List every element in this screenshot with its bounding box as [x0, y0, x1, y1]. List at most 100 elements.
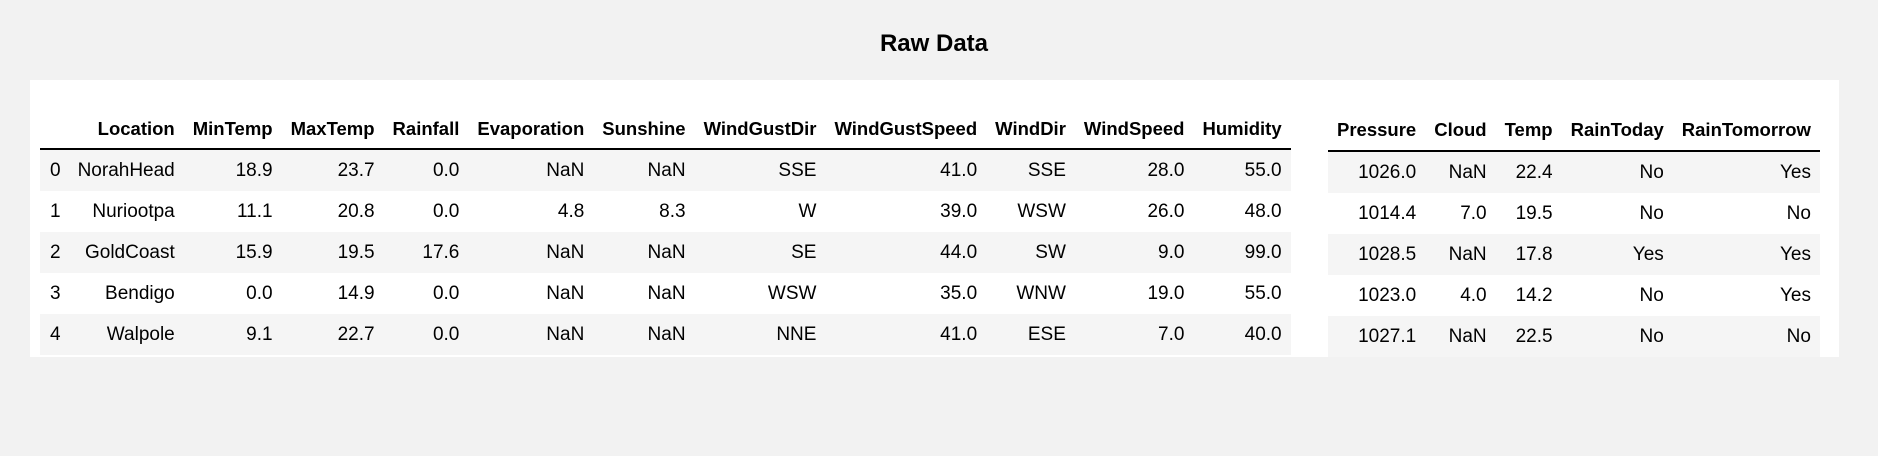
cell: 9.0	[1074, 232, 1194, 273]
cell: 41.0	[825, 314, 987, 355]
cell: 17.8	[1495, 234, 1562, 275]
cell: GoldCoast	[68, 232, 184, 273]
cell: Yes	[1672, 275, 1820, 316]
cell: NaN	[593, 273, 695, 314]
header-row: Location MinTemp MaxTemp Rainfall Evapor…	[40, 110, 1291, 150]
cell: WSW	[694, 273, 826, 314]
table-row: 1023.0 4.0 14.2 No Yes	[1328, 275, 1820, 316]
cell: No	[1672, 316, 1820, 357]
cell: 26.0	[1074, 191, 1194, 232]
cell: ESE	[986, 314, 1075, 355]
cell: Yes	[1672, 234, 1820, 275]
table-row: 1028.5 NaN 17.8 Yes Yes	[1328, 234, 1820, 275]
cell: 1026.0	[1328, 151, 1426, 193]
cell: NaN	[1425, 234, 1496, 275]
cell: 15.9	[183, 232, 282, 273]
cell: 1028.5	[1328, 234, 1426, 275]
row-index: 0	[40, 149, 69, 191]
cell: 44.0	[825, 232, 987, 273]
cell: 22.5	[1495, 316, 1562, 357]
index-header	[40, 110, 69, 150]
table-row: 3 Bendigo 0.0 14.9 0.0 NaN NaN WSW 35.0 …	[40, 273, 1291, 314]
column-header: Cloud	[1425, 110, 1496, 152]
column-header: WindSpeed	[1074, 110, 1194, 150]
cell: No	[1561, 151, 1673, 193]
data-table-right: Pressure Cloud Temp RainToday RainTomorr…	[1328, 110, 1820, 357]
cell: NaN	[593, 149, 695, 191]
cell: 14.9	[281, 273, 384, 314]
column-header: RainTomorrow	[1672, 110, 1820, 152]
cell: 1023.0	[1328, 275, 1426, 316]
cell: 20.8	[281, 191, 384, 232]
table-row: 4 Walpole 9.1 22.7 0.0 NaN NaN NNE 41.0 …	[40, 314, 1291, 355]
row-index: 1	[40, 191, 69, 232]
cell: SSE	[694, 149, 826, 191]
cell: 8.3	[593, 191, 695, 232]
column-header: MaxTemp	[281, 110, 384, 150]
cell: 55.0	[1193, 273, 1291, 314]
column-header: WindGustSpeed	[825, 110, 987, 150]
cell: 1027.1	[1328, 316, 1426, 357]
table-row: 2 GoldCoast 15.9 19.5 17.6 NaN NaN SE 44…	[40, 232, 1291, 273]
column-header: Location	[68, 110, 184, 150]
cell: 55.0	[1193, 149, 1291, 191]
cell: No	[1672, 193, 1820, 234]
table-row: 1 Nuriootpa 11.1 20.8 0.0 4.8 8.3 W 39.0…	[40, 191, 1291, 232]
cell: 39.0	[825, 191, 987, 232]
cell: 0.0	[183, 273, 282, 314]
cell: 17.6	[383, 232, 469, 273]
cell: 11.1	[183, 191, 282, 232]
cell: 4.8	[468, 191, 594, 232]
column-header: Humidity	[1193, 110, 1291, 150]
cell: NaN	[593, 232, 695, 273]
column-header: Rainfall	[383, 110, 469, 150]
cell: 0.0	[383, 191, 469, 232]
cell: 19.5	[1495, 193, 1562, 234]
cell: 22.4	[1495, 151, 1562, 193]
cell: No	[1561, 316, 1673, 357]
cell: 35.0	[825, 273, 987, 314]
cell: No	[1561, 275, 1673, 316]
cell: 48.0	[1193, 191, 1291, 232]
cell: 1014.4	[1328, 193, 1426, 234]
column-header: Sunshine	[593, 110, 695, 150]
cell: Nuriootpa	[68, 191, 184, 232]
cell: 40.0	[1193, 314, 1291, 355]
table-title: Raw Data	[879, 30, 989, 57]
cell: 99.0	[1193, 232, 1291, 273]
cell: Bendigo	[68, 273, 184, 314]
header-row: Pressure Cloud Temp RainToday RainTomorr…	[1328, 110, 1820, 152]
table-row: 1014.4 7.0 19.5 No No	[1328, 193, 1820, 234]
column-header: WindGustDir	[694, 110, 826, 150]
cell: W	[694, 191, 826, 232]
row-index: 3	[40, 273, 69, 314]
cell: NaN	[1425, 151, 1496, 193]
cell: NaN	[468, 232, 594, 273]
column-header: Temp	[1495, 110, 1562, 152]
cell: 9.1	[183, 314, 282, 355]
cell: NaN	[468, 149, 594, 191]
cell: 19.0	[1074, 273, 1194, 314]
cell: 23.7	[281, 149, 384, 191]
cell: NaN	[1425, 316, 1496, 357]
cell: 41.0	[825, 149, 987, 191]
column-header: Evaporation	[468, 110, 594, 150]
cell: NorahHead	[68, 149, 184, 191]
cell: Yes	[1561, 234, 1673, 275]
column-header: MinTemp	[183, 110, 282, 150]
cell: 7.0	[1074, 314, 1194, 355]
column-header: WindDir	[986, 110, 1075, 150]
row-index: 2	[40, 232, 69, 273]
data-table-left: Location MinTemp MaxTemp Rainfall Evapor…	[40, 110, 1291, 355]
table-row: 0 NorahHead 18.9 23.7 0.0 NaN NaN SSE 41…	[40, 149, 1291, 191]
cell: SE	[694, 232, 826, 273]
cell: 19.5	[281, 232, 384, 273]
table-row: 1026.0 NaN 22.4 No Yes	[1328, 151, 1820, 193]
cell: No	[1561, 193, 1673, 234]
cell: WNW	[986, 273, 1075, 314]
cell: 0.0	[383, 149, 469, 191]
cell: Yes	[1672, 151, 1820, 193]
cell: 0.0	[383, 314, 469, 355]
cell: NNE	[694, 314, 826, 355]
table-row: 1027.1 NaN 22.5 No No	[1328, 316, 1820, 357]
